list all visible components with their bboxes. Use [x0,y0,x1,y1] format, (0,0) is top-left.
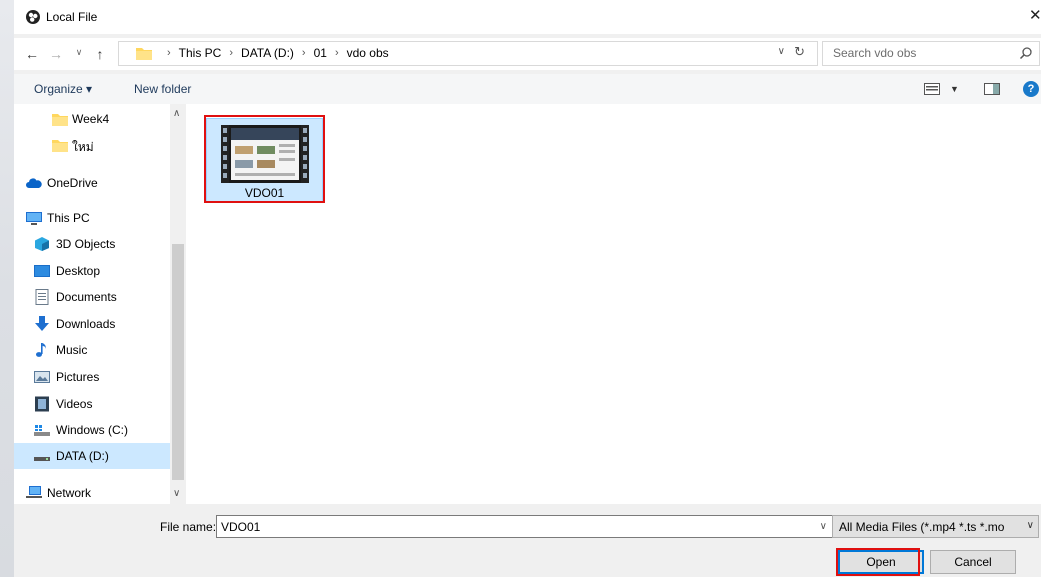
sidebar-item-label: DATA (D:) [56,449,109,463]
pc-icon [26,212,42,225]
sidebar-item-videos[interactable]: Videos [14,391,170,417]
up-arrow-icon[interactable]: ↑ [92,46,108,62]
chevron-down-icon[interactable]: ∨ [820,521,827,532]
sidebar-item-label: Videos [56,397,93,411]
search-input[interactable]: Search vdo obs [822,41,1040,66]
sidebar-item-label: OneDrive [47,176,98,190]
desktop-background [0,0,14,577]
address-dropdown-icon[interactable]: ∨ [778,46,785,57]
sidebar-scrollbar[interactable]: ∧ ∨ [170,104,186,504]
file-name-field[interactable]: VDO01 ∨ [216,515,834,538]
sidebar-item-onedrive[interactable]: OneDrive [14,170,170,196]
forward-arrow-icon[interactable]: → [48,46,64,62]
view-options-chevron-icon[interactable]: ▼ [950,84,959,94]
annotation-highlight-box [836,548,920,576]
file-list: VDO01 [186,104,1041,504]
pictures-icon [34,371,50,383]
sidebar-item-label: ใหม่ [72,140,94,154]
window-title: Local File [46,10,98,24]
sidebar-item-windows-c[interactable]: Windows (C:) [14,417,170,443]
sidebar-item-label: Pictures [56,370,100,384]
sidebar-item-desktop[interactable]: Desktop [14,258,170,284]
cloud-icon [26,178,42,188]
folder-icon [52,114,68,126]
preview-pane-icon[interactable] [984,83,1000,95]
scroll-up-icon[interactable]: ∧ [173,108,180,119]
file-type-select[interactable]: All Media Files (*.mp4 *.ts *.mo ∨ [832,515,1039,538]
file-name-value: VDO01 [221,520,261,534]
music-icon [36,343,46,357]
sidebar-item-3d-objects[interactable]: 3D Objects [14,231,170,257]
annotation-highlight-box [204,115,325,203]
sidebar-item-label: Downloads [56,317,116,331]
dialog-footer: File name: VDO01 ∨ All Media Files (*.mp… [14,504,1041,577]
file-name-label: File name: [160,520,217,534]
breadcrumb-vdo-obs[interactable]: vdo obs [347,46,389,60]
sidebar-item-pictures[interactable]: Pictures [14,364,170,390]
breadcrumb-separator-icon: › [167,47,171,59]
breadcrumb-separator-icon[interactable]: › [335,47,339,59]
sidebar-item-label: This PC [47,211,90,225]
file-open-dialog: Local File ✕ ← → ∨ ↑ › This PC › DATA (D… [14,0,1041,577]
download-icon [35,316,49,331]
videos-icon [35,396,49,412]
drive-icon [34,457,50,461]
sidebar-item-documents[interactable]: Documents [14,284,170,310]
breadcrumb-this-pc[interactable]: This PC [179,46,222,60]
search-icon[interactable] [1019,46,1033,60]
sidebar-item-new-thai[interactable]: ใหม่ [14,132,170,158]
sidebar-item-label: Week4 [72,112,110,126]
sidebar-item-label: Windows (C:) [56,423,129,437]
new-folder-button[interactable]: New folder [134,82,191,96]
back-arrow-icon[interactable]: ← [24,46,40,62]
sidebar-item-label: Music [56,343,88,357]
navigation-bar: ← → ∨ ↑ › This PC › DATA (D:) › 01 › vdo… [14,38,1041,70]
breadcrumb-separator-icon[interactable]: › [229,47,233,59]
address-bar[interactable]: › This PC › DATA (D:) › 01 › vdo obs ∨ ↻ [118,41,818,66]
sidebar-item-downloads[interactable]: Downloads [14,311,170,337]
sidebar-item-this-pc[interactable]: This PC [14,205,170,231]
search-placeholder: Search vdo obs [833,46,917,60]
sidebar-item-data-d[interactable]: DATA (D:) [14,443,170,469]
scrollbar-thumb[interactable] [172,244,184,480]
obs-app-icon [26,10,40,24]
cube-icon [35,237,49,251]
navigation-pane: Week4 ใหม่ OneDrive This PC 3D Objects D… [14,104,186,504]
desktop-icon [34,265,50,277]
sidebar-item-week4[interactable]: Week4 [14,106,170,132]
file-type-value: All Media Files (*.mp4 *.ts *.mo [839,520,1005,534]
sidebar-item-network[interactable]: Network [14,480,170,506]
close-icon[interactable]: ✕ [1029,6,1041,26]
folder-icon [52,140,68,152]
chevron-down-icon[interactable]: ∨ [1024,520,1034,531]
help-icon[interactable]: ? [1023,81,1039,97]
change-view-icon[interactable] [924,83,940,95]
sidebar-item-music[interactable]: Music [14,337,170,363]
refresh-icon[interactable]: ↻ [794,44,805,60]
network-icon [26,486,42,498]
breadcrumb: › This PC › DATA (D:) › 01 › vdo obs [159,46,389,60]
breadcrumb-01[interactable]: 01 [314,46,327,60]
breadcrumb-separator-icon[interactable]: › [302,47,306,59]
breadcrumb-data-drive[interactable]: DATA (D:) [241,46,294,60]
sidebar-item-label: Network [47,486,92,500]
sidebar-item-label: Desktop [56,264,101,278]
title-bar: Local File ✕ [14,0,1041,34]
command-bar: Organize ▾ New folder ▼ ? [14,74,1041,104]
drive-windows-icon [34,425,50,436]
documents-icon [35,289,49,305]
organize-button[interactable]: Organize ▾ [34,82,92,96]
folder-icon [136,48,152,60]
sidebar-item-label: 3D Objects [56,237,116,251]
recent-locations-chevron-icon[interactable]: ∨ [71,47,87,58]
sidebar-item-label: Documents [56,290,117,304]
cancel-button[interactable]: Cancel [930,550,1016,574]
scroll-down-icon[interactable]: ∨ [173,488,180,499]
